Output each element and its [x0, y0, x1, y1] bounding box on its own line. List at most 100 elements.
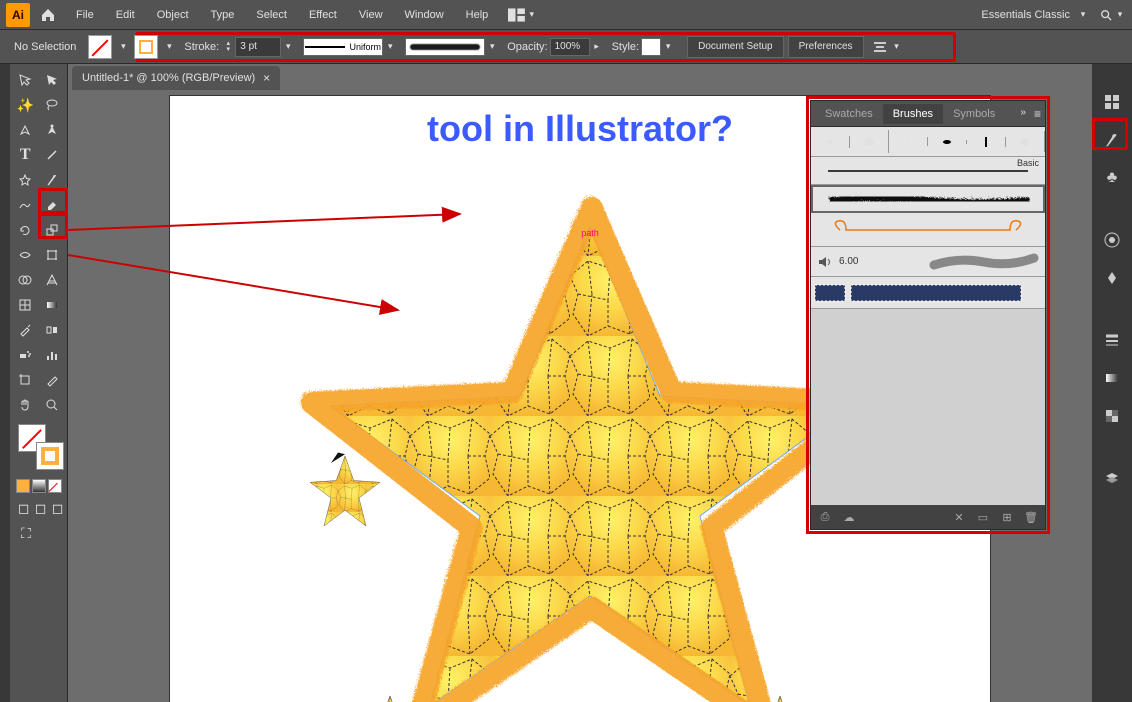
options-icon[interactable]: ▭ [975, 509, 991, 525]
color-guide-panel-icon[interactable] [1100, 266, 1124, 290]
curvature-tool[interactable] [39, 118, 66, 142]
canvas[interactable]: tool in Illustrator? [68, 90, 1092, 702]
pen-tool[interactable] [12, 118, 39, 142]
decrement-icon[interactable]: ▴▾ [221, 40, 235, 54]
draw-normal-button[interactable]: ◻ [16, 500, 31, 516]
brush-item[interactable]: • [889, 137, 928, 146]
menu-help[interactable]: Help [456, 5, 499, 25]
close-icon[interactable]: × [263, 71, 270, 85]
slice-tool[interactable] [39, 368, 66, 392]
brush-item-pattern[interactable] [811, 277, 1045, 309]
opacity-input[interactable]: 100% [550, 38, 590, 56]
brush-item[interactable] [928, 140, 967, 144]
brush-item-swirl[interactable] [811, 213, 1045, 247]
line-segment-tool[interactable] [39, 143, 66, 167]
gradient-panel-icon[interactable] [1100, 366, 1124, 390]
draw-behind-button[interactable]: ◻ [33, 500, 48, 516]
left-collapsed-strip[interactable] [0, 64, 10, 702]
mesh-tool[interactable] [12, 293, 39, 317]
arrange-documents-button[interactable]: ▾ [508, 5, 538, 25]
menu-edit[interactable]: Edit [106, 5, 145, 25]
free-transform-tool[interactable] [39, 243, 66, 267]
shape-tool[interactable] [12, 168, 39, 192]
color-mode-none[interactable] [48, 479, 62, 493]
shaper-tool[interactable] [12, 193, 39, 217]
menu-file[interactable]: File [66, 5, 104, 25]
search-button[interactable]: ▾ [1100, 2, 1126, 28]
menu-object[interactable]: Object [147, 5, 199, 25]
width-tool[interactable] [12, 243, 39, 267]
layers-panel-icon[interactable] [1100, 466, 1124, 490]
stroke-swatch[interactable] [36, 442, 64, 470]
menu-effect[interactable]: Effect [299, 5, 347, 25]
align-to-button[interactable]: ▾ [872, 39, 904, 55]
fill-stroke-indicator[interactable] [18, 424, 58, 464]
tab-swatches[interactable]: Swatches [815, 104, 883, 124]
brush-item-charcoal[interactable] [811, 185, 1045, 213]
stroke-weight-input[interactable]: 3 pt [235, 37, 281, 57]
brush-item[interactable]: ● [1006, 131, 1045, 152]
brush-libraries-icon[interactable]: ⎙ [817, 509, 833, 525]
draw-inside-button[interactable]: ◻ [50, 500, 65, 516]
screen-mode-button[interactable]: ⛶ [12, 521, 40, 545]
rotate-tool[interactable] [12, 218, 39, 242]
document-setup-button[interactable]: Document Setup [687, 36, 784, 58]
chevron-down-icon[interactable]: ▾ [162, 40, 176, 54]
symbols-panel-icon[interactable]: ♣ [1100, 166, 1124, 190]
column-graph-tool[interactable] [39, 343, 66, 367]
stroke-color-swatch[interactable] [134, 35, 158, 59]
eyedropper-tool[interactable] [12, 318, 39, 342]
color-mode-gradient[interactable] [32, 479, 46, 493]
chevron-down-icon[interactable]: ▾ [485, 40, 499, 54]
libraries-icon[interactable]: ☁ [841, 509, 857, 525]
brush-item[interactable]: • [811, 136, 850, 148]
perspective-grid-tool[interactable] [39, 268, 66, 292]
symbol-sprayer-tool[interactable] [12, 343, 39, 367]
chevron-down-icon[interactable]: ▾ [661, 40, 675, 54]
brush-item-basic[interactable]: Basic [811, 157, 1045, 185]
menu-window[interactable]: Window [395, 5, 454, 25]
type-tool[interactable]: T [12, 143, 39, 167]
expand-icon[interactable]: » [1020, 107, 1026, 121]
menu-view[interactable]: View [349, 5, 393, 25]
brush-item-mop[interactable]: 6.00 [811, 247, 1045, 277]
tab-symbols[interactable]: Symbols [943, 104, 1005, 124]
home-button[interactable] [36, 3, 60, 27]
chevron-down-icon[interactable]: ▾ [281, 40, 295, 54]
shape-builder-tool[interactable] [12, 268, 39, 292]
selection-tool[interactable] [12, 68, 39, 92]
color-panel-icon[interactable] [1100, 228, 1124, 252]
brushes-panel-icon[interactable] [1100, 128, 1124, 152]
brush-item[interactable] [967, 137, 1006, 147]
trash-icon[interactable]: 🗑 [1023, 509, 1039, 525]
artboard-tool[interactable] [12, 368, 39, 392]
fill-color-swatch[interactable] [88, 35, 112, 59]
magic-wand-tool[interactable]: ✨ [12, 93, 39, 117]
color-mode-color[interactable] [16, 479, 30, 493]
paintbrush-tool[interactable] [39, 168, 66, 192]
preferences-button[interactable]: Preferences [788, 36, 864, 58]
remove-stroke-icon[interactable]: ✕ [951, 509, 967, 525]
menu-type[interactable]: Type [201, 5, 245, 25]
gradient-tool[interactable] [39, 293, 66, 317]
brush-definition-preview[interactable] [405, 38, 485, 56]
menu-select[interactable]: Select [246, 5, 297, 25]
hand-tool[interactable] [12, 393, 39, 417]
direct-selection-tool[interactable] [39, 68, 66, 92]
document-tab[interactable]: Untitled-1* @ 100% (RGB/Preview) × [72, 66, 280, 90]
stroke-panel-icon[interactable] [1100, 328, 1124, 352]
chevron-down-icon[interactable]: ▾ [116, 40, 130, 54]
chevron-down-icon[interactable]: ▾ [383, 40, 397, 54]
zoom-tool[interactable] [39, 393, 66, 417]
lasso-tool[interactable] [39, 93, 66, 117]
tab-brushes[interactable]: Brushes [883, 104, 943, 124]
brush-item[interactable]: ● [850, 130, 889, 153]
variable-width-profile[interactable]: Uniform [303, 38, 383, 56]
new-brush-icon[interactable]: ⊞ [999, 509, 1015, 525]
graphic-style-preview[interactable] [641, 38, 661, 56]
panel-menu-icon[interactable]: ≡ [1034, 107, 1041, 121]
scale-tool[interactable] [39, 218, 66, 242]
properties-panel-icon[interactable] [1100, 90, 1124, 114]
eraser-tool[interactable] [39, 193, 66, 217]
transparency-panel-icon[interactable] [1100, 404, 1124, 428]
